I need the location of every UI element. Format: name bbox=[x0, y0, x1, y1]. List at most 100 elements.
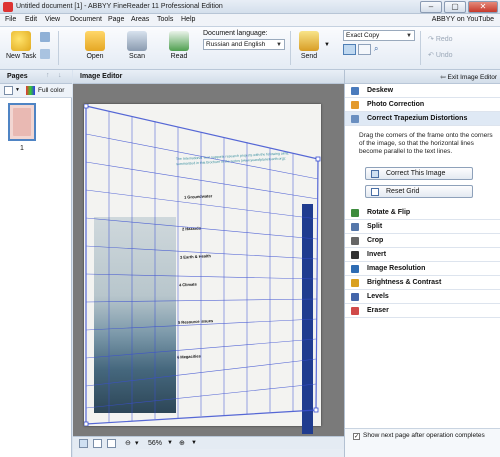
image-tools-panel: ⇦ Exit Image Editor Deskew Photo Correct… bbox=[344, 70, 500, 457]
youtube-link[interactable]: ABBYY on YouTube bbox=[432, 16, 494, 23]
fit-page-icon[interactable] bbox=[79, 439, 88, 448]
show-next-page-label: Show next page after operation completes bbox=[363, 432, 485, 439]
editor-status-bar: ⊖ ▾ 56% ▼ ⊕ ▼ bbox=[73, 436, 344, 449]
tool-eraser-label: Eraser bbox=[367, 307, 389, 314]
zoom-dropdown-icon[interactable]: ▾ bbox=[135, 439, 139, 447]
menu-bar: File Edit View Document Page Areas Tools… bbox=[0, 14, 500, 27]
pages-toolbar: ▼ Full color bbox=[0, 84, 72, 98]
chevron-down-icon[interactable]: ▼ bbox=[191, 440, 197, 446]
color-mode-label[interactable]: Full color bbox=[38, 87, 64, 94]
tool-image-resolution[interactable]: Image Resolution bbox=[345, 262, 500, 276]
section-trapezium[interactable]: Correct Trapezium Distortions bbox=[345, 112, 500, 126]
page-thumbnail[interactable] bbox=[8, 103, 36, 141]
tool-invert[interactable]: Invert bbox=[345, 248, 500, 262]
section-deskew[interactable]: Deskew bbox=[345, 84, 500, 98]
corner-handle-tl[interactable] bbox=[84, 104, 89, 109]
section-photo-correction[interactable]: Photo Correction bbox=[345, 98, 500, 112]
move-up-icon[interactable]: ↑ bbox=[46, 72, 50, 79]
layout-mode-1-button[interactable] bbox=[343, 44, 356, 55]
document-language-select[interactable]: Russian and English ▼ bbox=[203, 39, 285, 50]
redo-icon: ↷ bbox=[428, 36, 434, 43]
read-icon bbox=[169, 31, 189, 51]
minimize-button[interactable]: – bbox=[420, 1, 442, 13]
undo-button[interactable]: ↶ Undo bbox=[428, 51, 453, 59]
toolbar: New Task Open Scan Read Document languag… bbox=[0, 27, 500, 70]
menu-view[interactable]: View bbox=[45, 16, 60, 23]
layout-mode-2-button[interactable] bbox=[358, 44, 371, 55]
copy-mode-value: Exact Copy bbox=[346, 32, 380, 39]
corner-handle-tr[interactable] bbox=[315, 156, 321, 162]
chevron-down-icon: ▼ bbox=[406, 33, 412, 39]
move-down-icon[interactable]: ↓ bbox=[58, 72, 62, 79]
new-task-button[interactable]: New Task bbox=[6, 29, 36, 67]
menu-help[interactable]: Help bbox=[181, 16, 195, 23]
corner-handle-br[interactable] bbox=[313, 407, 319, 413]
fit-width-icon[interactable] bbox=[93, 439, 102, 448]
send-icon bbox=[299, 31, 319, 51]
copy-icon[interactable] bbox=[40, 32, 50, 42]
close-button[interactable]: ✕ bbox=[468, 1, 498, 13]
menu-page[interactable]: Page bbox=[108, 16, 124, 23]
tool-invert-label: Invert bbox=[367, 251, 387, 258]
settings-icon[interactable] bbox=[40, 49, 50, 59]
tool-rotate-flip[interactable]: Rotate & Flip bbox=[345, 206, 500, 220]
show-next-page-checkbox[interactable]: ✓ bbox=[353, 433, 360, 440]
brightness-icon bbox=[351, 279, 359, 287]
send-button[interactable]: Send bbox=[296, 29, 322, 67]
read-button[interactable]: Read bbox=[164, 29, 194, 67]
levels-icon bbox=[351, 293, 359, 301]
undo-icon: ↶ bbox=[428, 52, 434, 59]
corner-handle-bl[interactable] bbox=[84, 421, 89, 426]
zoom-icon[interactable]: ⌕ bbox=[374, 44, 378, 54]
tool-brightness-contrast[interactable]: Brightness & Contrast bbox=[345, 276, 500, 290]
reset-grid-button[interactable]: Reset Grid bbox=[365, 185, 473, 198]
correct-image-button[interactable]: Correct This Image bbox=[365, 167, 473, 180]
chevron-down-icon[interactable]: ▼ bbox=[167, 440, 173, 446]
document-language-value: Russian and English bbox=[206, 41, 266, 48]
redo-button[interactable]: ↷ Redo bbox=[428, 35, 453, 43]
open-label: Open bbox=[86, 53, 104, 60]
invert-icon bbox=[351, 251, 359, 259]
zoom-level[interactable]: 56% bbox=[148, 440, 162, 447]
document-language-label: Document language: bbox=[203, 30, 268, 37]
zoom-in-icon[interactable]: ⊕ bbox=[179, 439, 185, 447]
menu-document[interactable]: Document bbox=[70, 16, 102, 23]
trapezium-grid[interactable] bbox=[84, 104, 321, 426]
zoom-out-icon[interactable]: ⊖ bbox=[125, 439, 131, 447]
split-icon bbox=[351, 223, 359, 231]
menu-edit[interactable]: Edit bbox=[25, 16, 37, 23]
chevron-down-icon[interactable]: ▼ bbox=[15, 87, 20, 93]
copy-mode-select[interactable]: Exact Copy ▼ bbox=[343, 30, 415, 41]
menu-areas[interactable]: Areas bbox=[131, 16, 149, 23]
tool-crop[interactable]: Crop bbox=[345, 234, 500, 248]
tool-levels[interactable]: Levels bbox=[345, 290, 500, 304]
rotate-icon bbox=[351, 209, 359, 217]
scanned-page: The International Year supports research… bbox=[84, 104, 321, 434]
tool-eraser[interactable]: Eraser bbox=[345, 304, 500, 318]
undo-label: Undo bbox=[435, 52, 453, 59]
tool-image-resolution-label: Image Resolution bbox=[367, 265, 426, 272]
maximize-button[interactable]: ▢ bbox=[444, 1, 466, 13]
scan-button[interactable]: Scan bbox=[122, 29, 152, 67]
exit-image-editor-label: Exit Image Editor bbox=[447, 74, 498, 81]
trapezium-description: Drag the corners of the frame onto the c… bbox=[359, 132, 493, 155]
thumbnail-image bbox=[13, 108, 31, 136]
exit-image-editor-button[interactable]: ⇦ Exit Image Editor bbox=[440, 73, 497, 81]
menu-file[interactable]: File bbox=[5, 16, 16, 23]
image-canvas[interactable]: The International Year supports research… bbox=[73, 84, 344, 436]
image-tools-header: ⇦ Exit Image Editor bbox=[345, 70, 500, 84]
tool-split[interactable]: Split bbox=[345, 220, 500, 234]
section-deskew-label: Deskew bbox=[367, 87, 394, 94]
correct-image-label: Correct This Image bbox=[386, 170, 446, 177]
pages-title: Pages bbox=[7, 73, 28, 80]
menu-tools[interactable]: Tools bbox=[157, 16, 173, 23]
color-mode-icon bbox=[26, 86, 35, 95]
send-dropdown-icon[interactable]: ▼ bbox=[324, 42, 330, 48]
image-editor-header: Image Editor bbox=[73, 70, 344, 84]
window-title: Untitled document [1] - ABBYY FineReader… bbox=[16, 3, 223, 10]
open-button[interactable]: Open bbox=[80, 29, 110, 67]
photo-correction-icon bbox=[351, 101, 359, 109]
actual-size-icon[interactable] bbox=[107, 439, 116, 448]
view-mode-icon[interactable] bbox=[4, 86, 13, 95]
image-editor-panel: Image Editor The International Year supp… bbox=[73, 70, 344, 457]
